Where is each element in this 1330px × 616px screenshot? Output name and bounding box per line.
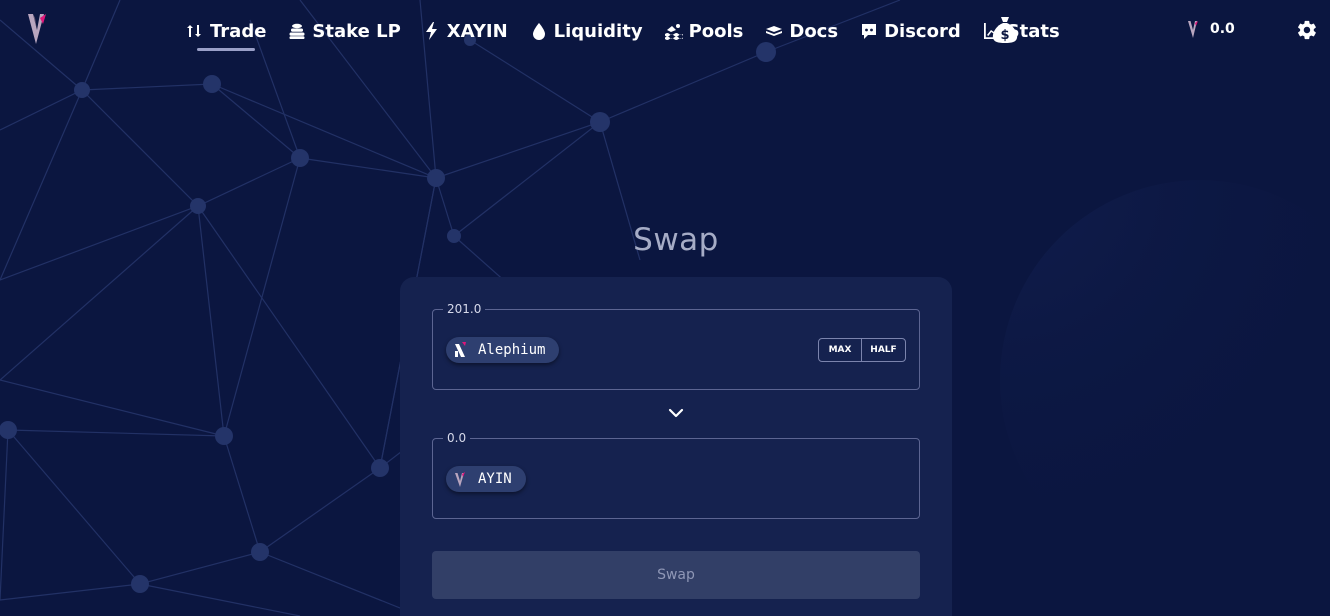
- nav-menu: Trade Stake LP XAYIN Liquidity Pools Doc…: [186, 17, 1082, 51]
- alephium-token-icon: [450, 340, 470, 360]
- ayin-token-icon: [1188, 21, 1198, 38]
- page-title: Swap: [633, 222, 719, 258]
- nav-item-label: XAYIN: [446, 20, 508, 42]
- to-token-selector[interactable]: AYIN: [446, 466, 526, 492]
- gear-icon[interactable]: [1296, 19, 1318, 41]
- from-token-field[interactable]: 201.0 Alephium MAX HALF: [432, 302, 920, 390]
- droplet-icon: [532, 23, 545, 40]
- nav-item-label: Docs: [789, 20, 839, 42]
- swap-card: 201.0 Alephium MAX HALF 0.0 AYIN Swap: [400, 277, 952, 616]
- ayin-token-icon: [450, 469, 470, 489]
- nav-item-label: Liquidity: [553, 20, 643, 42]
- max-button[interactable]: MAX: [819, 339, 861, 361]
- to-token-label: AYIN: [478, 471, 512, 487]
- book-icon: [766, 26, 783, 36]
- to-token-field[interactable]: 0.0 AYIN: [432, 431, 920, 519]
- bolt-icon: [425, 22, 437, 40]
- wallet-balance[interactable]: 0.0: [1186, 19, 1235, 39]
- coins-stack-icon: [289, 23, 305, 39]
- ayin-logo-icon[interactable]: [24, 10, 50, 46]
- nav-item-label: Trade: [210, 20, 267, 42]
- balance-value: 0.0: [1210, 21, 1235, 37]
- nav-item-label: Stake LP: [312, 20, 401, 42]
- nav-item-liquidity[interactable]: Liquidity: [530, 17, 643, 45]
- chevron-down-icon[interactable]: [668, 406, 684, 420]
- nav-item-label: Pools: [688, 20, 744, 42]
- from-amount-legend: 201.0: [443, 302, 486, 316]
- nav-item-stake-lp[interactable]: Stake LP: [288, 17, 401, 45]
- nav-item-trade[interactable]: Trade: [186, 17, 267, 51]
- swap-vertical-icon: [187, 25, 201, 37]
- to-amount-legend: 0.0: [443, 431, 471, 445]
- swimming-icon: [664, 24, 683, 40]
- nav-item-xayin[interactable]: XAYIN: [423, 17, 508, 45]
- from-token-label: Alephium: [478, 342, 546, 358]
- nav-item-label: Discord: [884, 20, 961, 42]
- money-bag-icon[interactable]: $: [990, 14, 1020, 44]
- discord-icon: [862, 24, 877, 39]
- nav-item-pools[interactable]: Pools: [664, 17, 744, 45]
- svg-text:$: $: [1000, 28, 1009, 43]
- top-nav: Trade Stake LP XAYIN Liquidity Pools Doc…: [0, 0, 1330, 60]
- amount-shortcut-group: MAX HALF: [818, 338, 906, 362]
- nav-item-discord[interactable]: Discord: [860, 17, 961, 45]
- from-token-selector[interactable]: Alephium: [446, 337, 560, 363]
- half-button[interactable]: HALF: [861, 339, 905, 361]
- nav-item-docs[interactable]: Docs: [765, 17, 838, 45]
- swap-button[interactable]: Swap: [432, 551, 920, 599]
